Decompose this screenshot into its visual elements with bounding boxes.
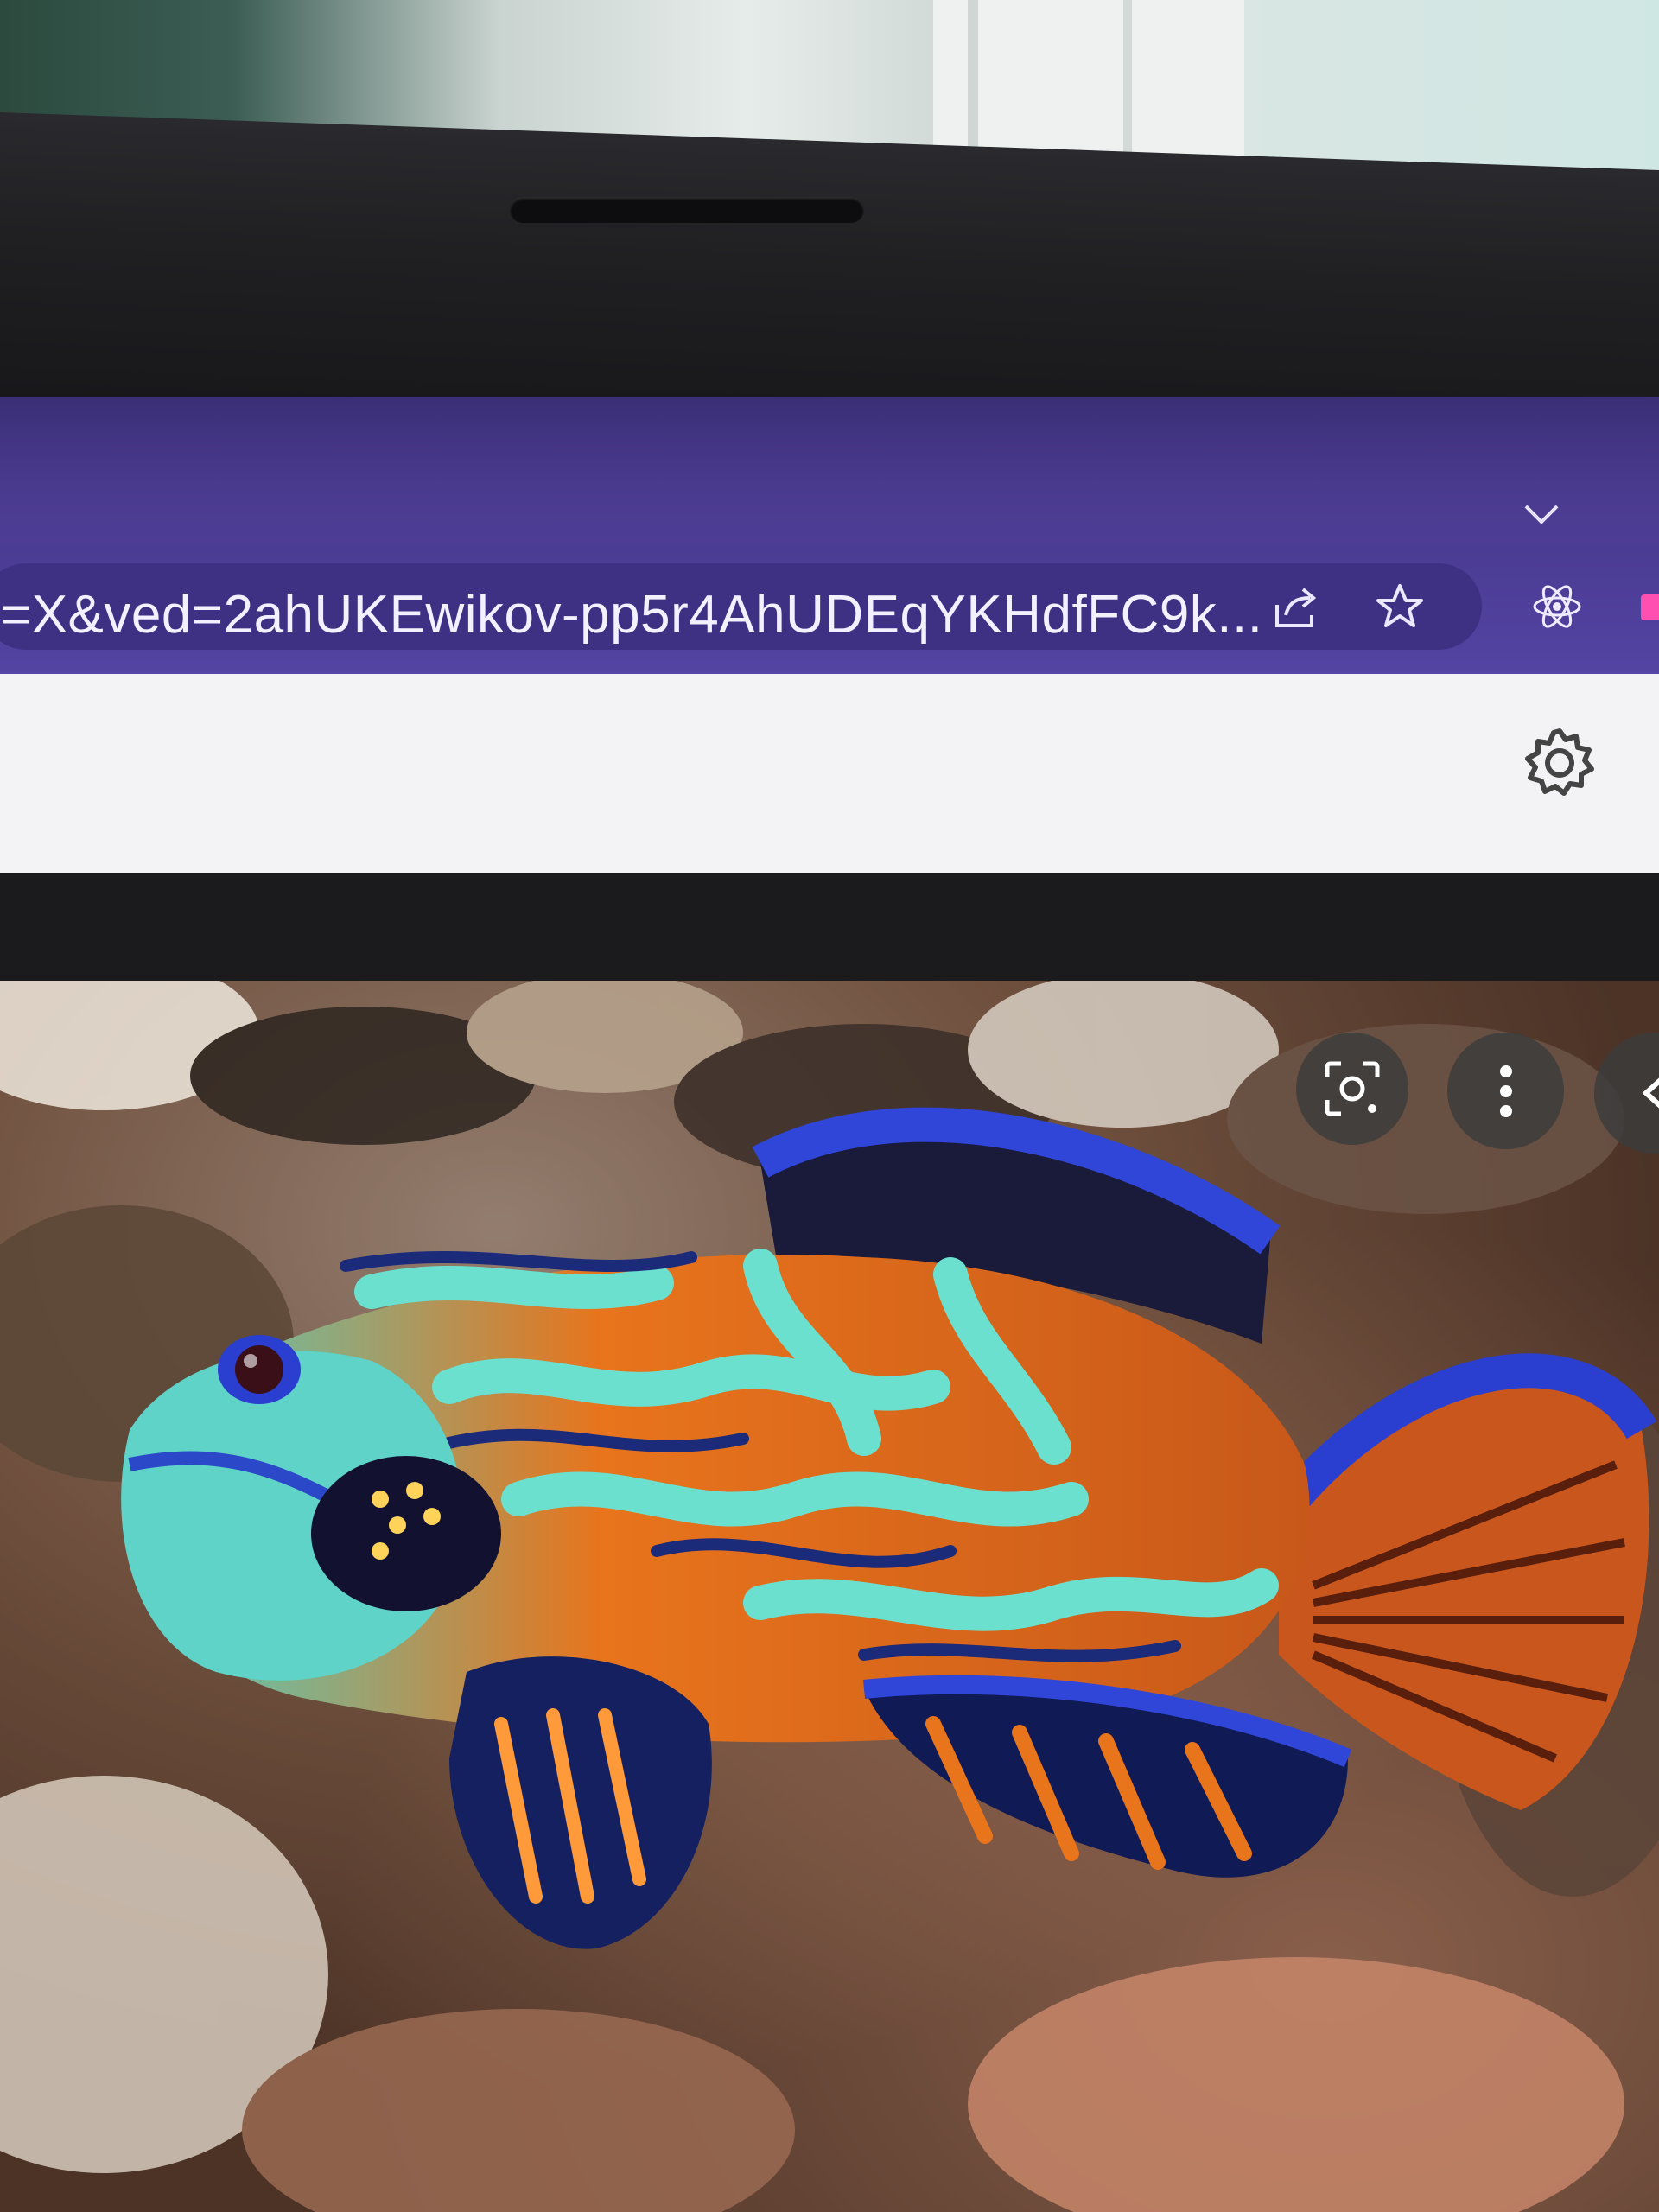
puzzle-icon[interactable] bbox=[1637, 579, 1659, 634]
room-window bbox=[933, 0, 1244, 164]
webcam-notch bbox=[510, 197, 864, 223]
gear-icon[interactable] bbox=[1521, 724, 1599, 802]
star-icon[interactable] bbox=[1374, 581, 1426, 632]
browser-title-bar bbox=[0, 397, 1659, 544]
image-viewer-header bbox=[0, 674, 1659, 873]
address-bar[interactable]: =X&ved=2ahUKEwikov-pp5r4AhUDEqYKHdfFC9k.… bbox=[0, 563, 1482, 650]
lens-search-icon[interactable] bbox=[1296, 1033, 1408, 1145]
viewer-top-strip bbox=[0, 873, 1659, 981]
mandarin-fish-photo bbox=[0, 981, 1659, 2212]
browser-toolbar: =X&ved=2ahUKEwikov-pp5r4AhUDEqYKHdfFC9k.… bbox=[0, 544, 1659, 674]
monitor-screen: =X&ved=2ahUKEwikov-pp5r4AhUDEqYKHdfFC9k.… bbox=[0, 397, 1659, 2212]
share-icon[interactable] bbox=[1270, 581, 1322, 632]
url-text[interactable]: =X&ved=2ahUKEwikov-pp5r4AhUDEqYKHdfFC9k.… bbox=[0, 584, 1262, 645]
react-devtools-icon[interactable] bbox=[1529, 579, 1585, 634]
chevron-down-icon[interactable] bbox=[1522, 501, 1559, 527]
more-vert-icon[interactable] bbox=[1447, 1033, 1564, 1149]
